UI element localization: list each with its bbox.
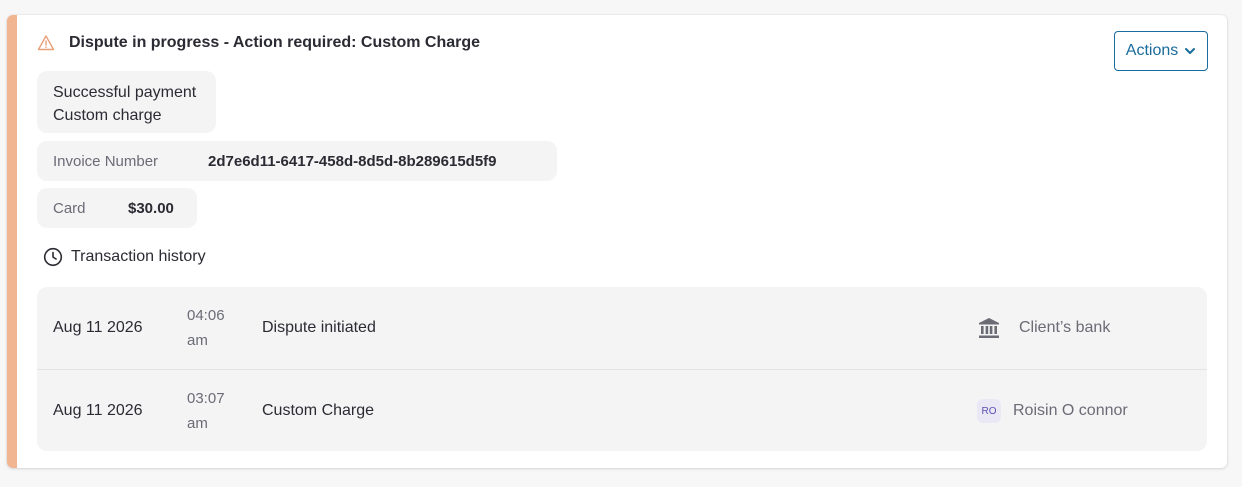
- actions-label: Actions: [1125, 42, 1179, 59]
- row-actor: RO Roisin O connor: [977, 370, 1128, 452]
- payment-type: Custom charge: [53, 107, 162, 124]
- card-amount-pill: Card $30.00: [37, 188, 197, 228]
- row-actor: Client’s bank: [977, 287, 1110, 369]
- card-label: Card: [53, 199, 86, 217]
- table-row: Aug 11 2026 03:07am Custom Charge RO Roi…: [37, 369, 1207, 451]
- bank-icon: [979, 318, 999, 338]
- clock-icon: [43, 247, 63, 267]
- payment-summary: Successful payment Custom charge: [37, 71, 216, 133]
- table-row: Aug 11 2026 04:06am Dispute initiated Cl…: [37, 287, 1207, 369]
- transaction-history-table: Aug 11 2026 04:06am Dispute initiated Cl…: [37, 287, 1207, 451]
- alert-header: Dispute in progress - Action required: C…: [37, 33, 480, 53]
- row-time: 03:07am: [187, 390, 225, 432]
- row-time: 04:06am: [187, 307, 225, 349]
- actor-name: Roisin O connor: [1013, 402, 1128, 419]
- chevron-down-icon: [1185, 48, 1196, 54]
- history-title: Transaction history: [71, 248, 206, 265]
- card-amount: $30.00: [128, 199, 174, 217]
- invoice-label: Invoice Number: [53, 152, 159, 170]
- row-event: Dispute initiated: [262, 319, 376, 336]
- status-accent-bar: [7, 15, 17, 468]
- alert-title: Dispute in progress - Action required: C…: [69, 34, 481, 51]
- row-event: Custom Charge: [262, 402, 375, 419]
- invoice-value: 2d7e6d11-6417-458d-8d5d-8b289615d5f9: [208, 152, 497, 170]
- actions-dropdown-button[interactable]: Actions: [1114, 31, 1208, 71]
- transaction-history-heading: Transaction history: [43, 247, 206, 267]
- row-date: Aug 11 2026: [53, 402, 143, 419]
- row-date: Aug 11 2026: [53, 319, 143, 336]
- payment-status: Successful payment: [53, 84, 197, 101]
- invoice-number-pill: Invoice Number 2d7e6d11-6417-458d-8d5d-8…: [37, 141, 557, 181]
- actor-name: Client’s bank: [1019, 319, 1111, 336]
- avatar: RO: [977, 399, 1001, 423]
- dispute-card: Dispute in progress - Action required: C…: [7, 15, 1227, 468]
- warning-triangle-icon: [37, 34, 55, 52]
